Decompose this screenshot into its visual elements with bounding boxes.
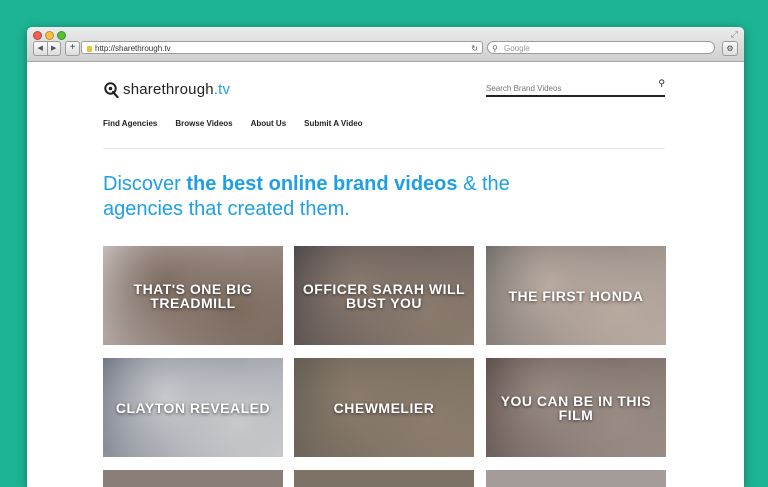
- browser-toolbar: ◀ ▶ + http://sharethrough.tv ↻ ⚲ Google …: [31, 41, 740, 56]
- fullscreen-icon[interactable]: ⤢: [731, 30, 738, 40]
- video-title: YOU CAN BE IN THIS FILM: [500, 392, 652, 423]
- video-tile[interactable]: THE FIRST HONDA: [486, 246, 666, 345]
- address-bar[interactable]: http://sharethrough.tv ↻: [81, 41, 483, 54]
- search-icon[interactable]: ⚲: [658, 79, 665, 89]
- site-info-icon: [87, 46, 92, 52]
- video-title: CHEWMELIER: [333, 399, 435, 416]
- settings-gear-icon[interactable]: ⚙: [722, 41, 738, 56]
- nav-browse-videos[interactable]: Browse Videos: [175, 119, 232, 128]
- video-thumbnail: [486, 470, 666, 487]
- brand-video-search-input[interactable]: [486, 84, 646, 93]
- nav-find-agencies[interactable]: Find Agencies: [103, 119, 157, 128]
- browser-titlebar: ⤢ ◀ ▶ + http://sharethrough.tv ↻ ⚲ Googl…: [27, 27, 744, 62]
- video-thumbnail: [294, 470, 474, 487]
- back-button[interactable]: ◀: [34, 42, 48, 55]
- zoom-window-button[interactable]: [57, 31, 66, 40]
- header-divider: [103, 148, 665, 149]
- search-icon: ⚲: [492, 44, 498, 53]
- video-tile[interactable]: OFFICER SARAH WILL BUST YOU: [294, 246, 474, 345]
- logo-name: sharethrough: [123, 81, 214, 98]
- minimize-window-button[interactable]: [45, 31, 54, 40]
- headline-bold: the best online brand videos: [186, 173, 458, 195]
- video-tile[interactable]: THAT'S ONE BIG TREADMILL: [103, 246, 283, 345]
- video-tile-partial[interactable]: [103, 470, 283, 487]
- video-title: THE FIRST HONDA: [508, 287, 644, 304]
- video-title: OFFICER SARAH WILL BUST YOU: [302, 280, 466, 311]
- nav-about-us[interactable]: About Us: [251, 119, 287, 128]
- browser-window: ⤢ ◀ ▶ + http://sharethrough.tv ↻ ⚲ Googl…: [27, 27, 744, 487]
- logo-tld: .tv: [213, 81, 231, 98]
- reload-icon[interactable]: ↻: [471, 42, 478, 55]
- webpage: sharethrough.tv ⚲ Find Agencies Browse V…: [27, 62, 744, 487]
- close-window-button[interactable]: [33, 31, 42, 40]
- video-tile[interactable]: CLAYTON REVEALED: [103, 358, 283, 457]
- browser-search-field[interactable]: ⚲ Google: [487, 41, 715, 54]
- brand-video-search: ⚲: [486, 78, 665, 97]
- video-title: THAT'S ONE BIG TREADMILL: [133, 280, 253, 311]
- video-tile-partial[interactable]: [294, 470, 474, 487]
- video-tile[interactable]: YOU CAN BE IN THIS FILM: [486, 358, 666, 457]
- video-thumbnail: [103, 470, 283, 487]
- add-bookmark-button[interactable]: +: [65, 41, 80, 56]
- address-text: http://sharethrough.tv: [95, 44, 171, 53]
- browser-search-placeholder: Google: [504, 44, 530, 53]
- video-tile-partial[interactable]: [486, 470, 666, 487]
- video-title: CLAYTON REVEALED: [115, 399, 271, 416]
- logo-wordmark: sharethrough.tv: [123, 81, 230, 98]
- headline-part1: Discover: [103, 173, 187, 195]
- sharethrough-logo-icon: [104, 81, 119, 98]
- back-forward-buttons: ◀ ▶: [33, 41, 61, 56]
- site-logo[interactable]: sharethrough.tv: [104, 81, 230, 98]
- nav-submit-video[interactable]: Submit A Video: [304, 119, 362, 128]
- main-nav: Find Agencies Browse Videos About Us Sub…: [103, 119, 381, 128]
- hero-headline: Discover the best online brand videos & …: [103, 172, 573, 222]
- video-tile[interactable]: CHEWMELIER: [294, 358, 474, 457]
- window-controls: [33, 31, 66, 40]
- forward-button[interactable]: ▶: [48, 42, 61, 55]
